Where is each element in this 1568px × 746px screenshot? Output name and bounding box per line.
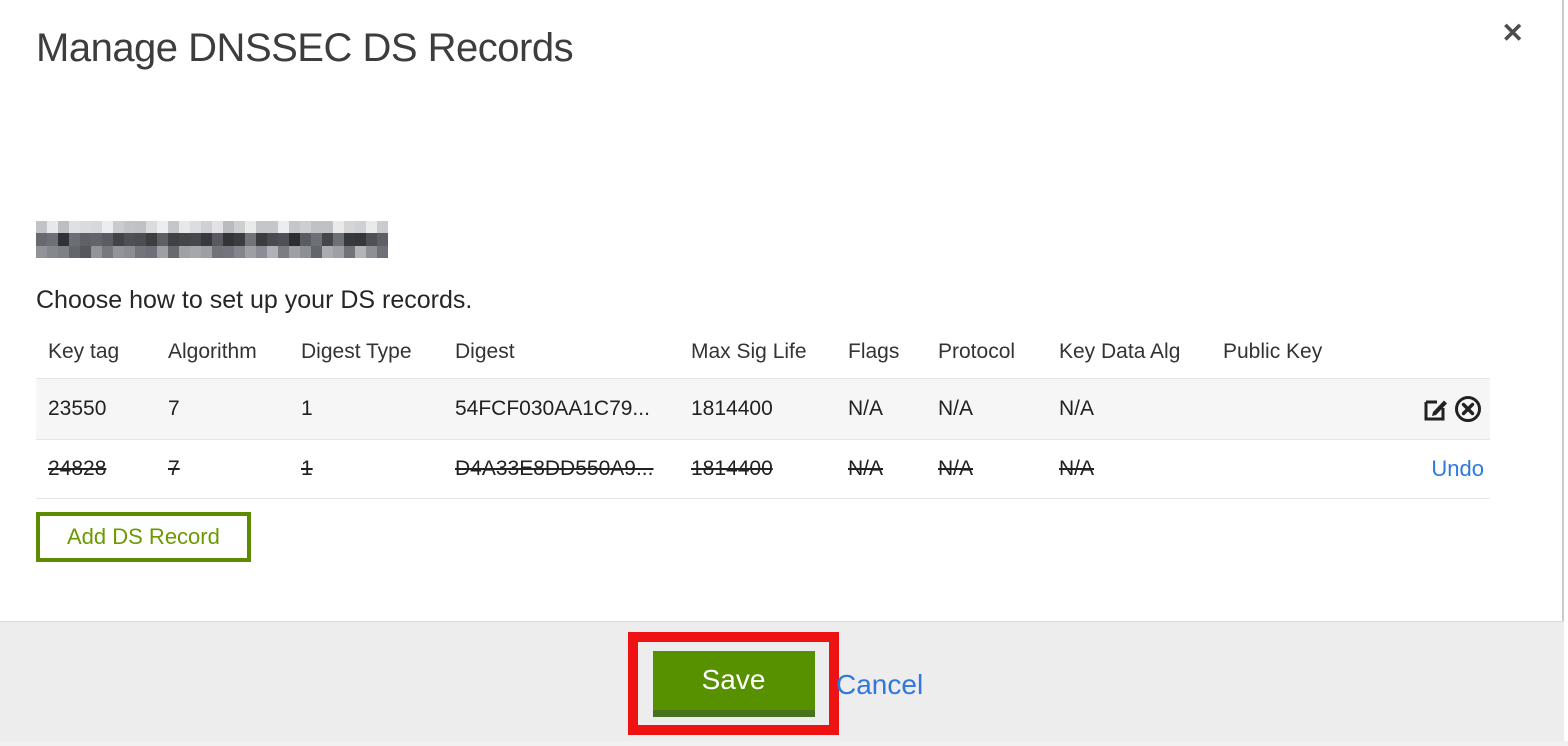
table-row: 23550 7 1 54FCF030AA1C79... 1814400 N/A … (36, 378, 1490, 440)
annotation-highlight-box: Save (628, 632, 839, 735)
row-actions: Undo (1341, 440, 1490, 499)
col-header-digest: Digest (455, 340, 515, 363)
page-title: Manage DNSSEC DS Records (36, 26, 574, 70)
col-header-actions (1341, 330, 1490, 379)
col-header-protocol: Protocol (938, 340, 1016, 363)
row-actions (1341, 379, 1490, 440)
cancel-link[interactable]: Cancel (836, 669, 923, 701)
cell-algorithm: 7 (168, 457, 180, 480)
col-header-key-tag: Key tag (48, 340, 120, 363)
cell-max-sig-life: 1814400 (691, 397, 773, 420)
add-ds-record-button[interactable]: Add DS Record (36, 512, 251, 562)
cell-algorithm: 7 (168, 397, 180, 420)
cell-digest: 54FCF030AA1C79... (455, 397, 650, 420)
delete-record-icon[interactable] (1454, 395, 1482, 423)
cell-digest-type: 1 (301, 457, 313, 480)
edit-record-icon[interactable] (1422, 395, 1450, 423)
col-header-key-data-alg: Key Data Alg (1059, 340, 1181, 363)
cell-public-key (1211, 379, 1341, 440)
col-header-max-sig-life: Max Sig Life (691, 340, 807, 363)
close-icon[interactable]: ✕ (1501, 20, 1524, 47)
cell-key-tag: 24828 (48, 457, 107, 480)
col-header-algorithm: Algorithm (168, 340, 257, 363)
cell-max-sig-life: 1814400 (691, 457, 773, 480)
cell-public-key (1211, 440, 1341, 499)
cell-protocol: N/A (938, 457, 974, 480)
cell-flags: N/A (848, 457, 884, 480)
table-header-row: Key tag Algorithm Digest Type Digest Max… (36, 330, 1490, 379)
cell-key-tag: 23550 (48, 397, 107, 420)
ds-records-table: Key tag Algorithm Digest Type Digest Max… (36, 330, 1490, 499)
col-header-digest-type: Digest Type (301, 340, 412, 363)
undo-link[interactable]: Undo (1431, 456, 1484, 481)
cell-key-data-alg: N/A (1059, 397, 1095, 420)
circle-x-icon (1455, 396, 1481, 422)
page-background-strip (0, 741, 1568, 746)
redacted-domain-name (36, 221, 388, 258)
table-row: 24828 7 1 D4A33E8DD550A9... 1814400 N/A … (36, 439, 1490, 499)
cell-flags: N/A (848, 397, 884, 420)
edit-icon (1424, 400, 1447, 421)
cell-key-data-alg: N/A (1059, 457, 1095, 480)
dialog-footer: Save Cancel (0, 621, 1564, 741)
instruction-text: Choose how to set up your DS records. (36, 286, 473, 314)
cell-digest-type: 1 (301, 397, 313, 420)
save-button[interactable]: Save (652, 650, 815, 717)
col-header-public-key: Public Key (1223, 340, 1323, 363)
col-header-flags: Flags (848, 340, 900, 363)
dnssec-dialog: Manage DNSSEC DS Records ✕ Choose how to… (0, 0, 1564, 741)
cell-protocol: N/A (938, 397, 974, 420)
cell-digest: D4A33E8DD550A9... (455, 457, 654, 480)
